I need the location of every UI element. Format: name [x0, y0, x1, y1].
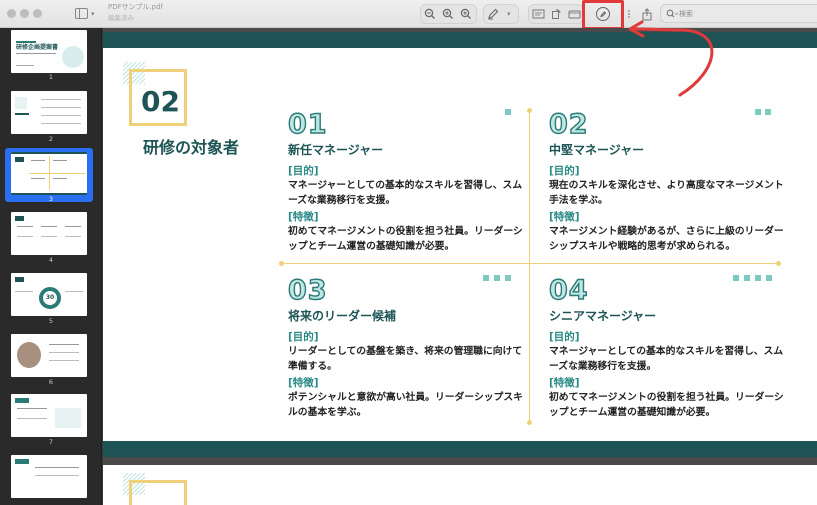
card-number: 04: [548, 275, 589, 306]
thumbnail-sidebar[interactable]: 研修企画提案書 1 2 3 4 30 5 6 7: [0, 28, 102, 505]
card-number: 01: [287, 109, 328, 140]
section-title: 研修の対象者: [143, 138, 240, 157]
square-decoration: [765, 109, 771, 115]
chevron-down-icon[interactable]: ▾: [91, 11, 95, 18]
divider-dot: [776, 261, 781, 266]
thumbnail-number: 7: [48, 438, 54, 446]
square-decoration: [505, 275, 511, 281]
thumbnail-page-2[interactable]: [11, 91, 87, 134]
minimize-window-button[interactable]: [20, 9, 29, 18]
thumbnail-5-badge: 30: [45, 294, 55, 301]
card-number: 03: [287, 275, 328, 306]
thumbnail-number: 5: [48, 317, 54, 325]
card-number: 02: [548, 109, 589, 140]
more-dots-icon: [628, 10, 630, 18]
text-box-icon: [532, 9, 544, 19]
section-number: 02: [141, 85, 180, 118]
crop-icon: [568, 10, 580, 19]
thumbnail-number: 4: [48, 256, 54, 264]
slide-page-3: 02 研修の対象者 01 新任マネージャー [目的] マネージャーとしての基本的…: [103, 48, 817, 441]
slide-bottom-bar: [103, 441, 817, 457]
purpose-label: [目的]: [549, 331, 580, 343]
crop-button[interactable]: [564, 4, 584, 24]
slide-top-bar: [103, 32, 817, 48]
share-icon: [642, 7, 652, 20]
feature-label: [特徴]: [288, 377, 319, 389]
thumbnail-number: 1: [48, 73, 54, 81]
purpose-text: 現在のスキルを深化させ、より高度なマネージメント手法を学ぶ。: [549, 180, 784, 206]
square-decoration: [494, 275, 500, 281]
thumbnail-number: 6: [48, 378, 54, 386]
thumbnail-page-8[interactable]: [11, 455, 87, 498]
markup-highlight-box: [582, 0, 624, 30]
thumbnail-page-6[interactable]: [11, 334, 87, 377]
text-box-button[interactable]: [528, 4, 548, 24]
purpose-label: [目的]: [549, 165, 580, 177]
thumbnail-page-5[interactable]: 30: [11, 273, 87, 316]
zoom-in-button[interactable]: [438, 4, 458, 24]
vertical-divider: [529, 111, 530, 425]
divider-dot: [527, 108, 532, 113]
sidebar-toggle-icon[interactable]: [75, 8, 88, 19]
horizontal-divider: [281, 263, 779, 264]
square-decoration: [744, 275, 750, 281]
zoom-window-button[interactable]: [33, 9, 42, 18]
feature-text: 初めてマネージメントの役割を担う社員。リーダーシップとチーム運営の基礎知識が必要…: [288, 226, 523, 252]
slide-page-4: [103, 465, 817, 505]
feature-text: マネージメント経験があるが、さらに上級のリーダーシップスキルや戦略的思考が求めら…: [549, 226, 784, 252]
purpose-text: リーダーとしての基盤を築き、将来の管理職に向けて準備する。: [288, 346, 523, 372]
feature-label: [特徴]: [288, 211, 319, 223]
window-toolbar: ▾ PDFサンプル.pdf 編集済み ▾ 検索: [0, 0, 817, 30]
card-title: シニアマネージャー: [549, 309, 657, 323]
divider-dot: [527, 420, 532, 425]
document-subtitle: 編集済み: [108, 14, 134, 22]
search-field[interactable]: 検索: [660, 4, 817, 23]
feature-text: 初めてマネージメントの役割を担う社員。リーダーシップとチーム運営の基礎知識が必要…: [549, 392, 784, 418]
search-placeholder: 検索: [679, 10, 693, 18]
thumbnail-page-1[interactable]: 研修企画提案書: [11, 30, 87, 73]
square-decoration: [505, 109, 511, 115]
square-decoration: [755, 275, 761, 281]
more-button[interactable]: [619, 4, 639, 24]
pen-icon: [488, 8, 499, 20]
zoom-in-2-button[interactable]: [456, 4, 476, 24]
divider-dot: [279, 261, 284, 266]
thumbnail-1-title: 研修企画提案書: [16, 44, 59, 51]
square-decoration: [755, 109, 761, 115]
square-decoration: [766, 275, 772, 281]
yellow-frame-decoration: [129, 480, 187, 505]
close-window-button[interactable]: [7, 9, 16, 18]
pen-button[interactable]: [483, 4, 503, 24]
feature-text: ポテンシャルと意欲が高い社員。リーダーシップスキルの基本を学ぶ。: [288, 392, 523, 418]
card-title: 将来のリーダー候補: [288, 309, 397, 323]
pen-chevron-down-icon[interactable]: ▾: [507, 11, 511, 18]
share-button[interactable]: [637, 4, 657, 24]
square-decoration: [733, 275, 739, 281]
thumbnail-page-7[interactable]: [11, 394, 87, 437]
thumbnail-page-3[interactable]: [11, 152, 87, 195]
rotate-icon: [552, 9, 561, 19]
purpose-label: [目的]: [288, 165, 319, 177]
zoom-out-icon: [424, 8, 435, 19]
purpose-text: マネージャーとしての基本的なスキルを習得し、スムーズな業務移行を支援。: [549, 346, 784, 372]
zoom-out-button[interactable]: [420, 4, 440, 24]
thumbnail-page-4[interactable]: [11, 212, 87, 255]
feature-label: [特徴]: [549, 377, 580, 389]
card-title: 中堅マネージャー: [549, 143, 645, 157]
document-title: PDFサンプル.pdf: [108, 3, 164, 11]
rotate-button[interactable]: [546, 4, 566, 24]
zoom-in-icon: [442, 8, 453, 19]
thumbnail-number: 2: [48, 135, 54, 143]
document-viewer[interactable]: 02 研修の対象者 01 新任マネージャー [目的] マネージャーとしての基本的…: [103, 28, 817, 505]
purpose-label: [目的]: [288, 331, 319, 343]
square-decoration: [483, 275, 489, 281]
thumbnail-number: 3: [48, 195, 54, 203]
card-title: 新任マネージャー: [288, 143, 384, 157]
purpose-text: マネージャーとしての基本的なスキルを習得し、スムーズな業務移行を支援。: [288, 180, 523, 206]
search-icon: [666, 9, 678, 18]
zoom-in-2-icon: [460, 8, 471, 19]
feature-label: [特徴]: [549, 211, 580, 223]
